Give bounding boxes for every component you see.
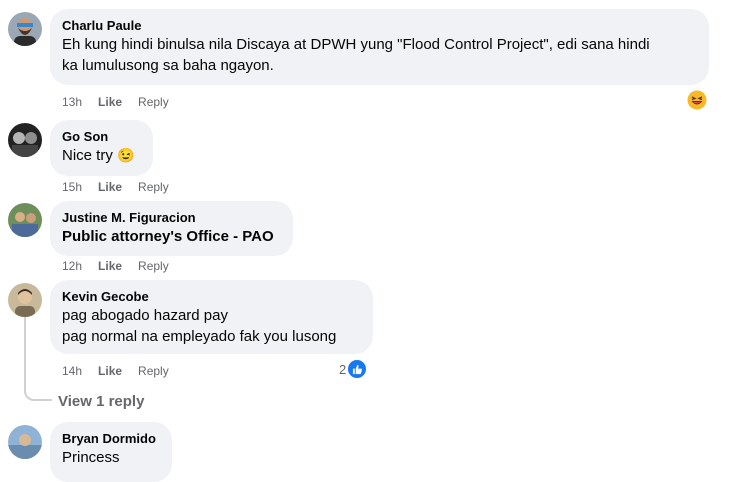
comment-time[interactable]: 12h: [62, 259, 82, 273]
reply-thread-line: [24, 317, 52, 401]
comment-time[interactable]: 15h: [62, 180, 82, 194]
reply-button[interactable]: Reply: [138, 180, 169, 194]
comment-time[interactable]: 13h: [62, 95, 82, 109]
reply-button[interactable]: Reply: [138, 364, 169, 378]
like-button[interactable]: Like: [98, 364, 122, 378]
winking-emoji: 😉: [117, 147, 135, 163]
comment-text: Nice try 😉: [62, 145, 141, 166]
comment-author[interactable]: Bryan Dormido: [62, 430, 160, 447]
comment-actions: 15h Like Reply: [62, 180, 169, 194]
comment-text: Eh kung hindi binulsa nila Discaya at DP…: [62, 36, 650, 74]
comment-time[interactable]: 14h: [62, 364, 82, 378]
avatar-go-son[interactable]: [8, 123, 42, 157]
comment-text: Public attorney's Office - PAO: [62, 228, 274, 245]
comment-text: Princess: [62, 449, 120, 466]
comment-author[interactable]: Justine M. Figuracion: [62, 209, 281, 226]
avatar-justine-figuracion[interactable]: [8, 203, 42, 237]
comment-actions: 12h Like Reply: [62, 259, 169, 273]
comment-bubble: Kevin Gecobe pag abogado hazard pay pag …: [50, 280, 373, 354]
comment-author[interactable]: Kevin Gecobe: [62, 288, 361, 305]
reaction-count[interactable]: 2: [339, 360, 367, 378]
comment-bubble: Bryan Dormido Princess: [50, 422, 172, 482]
laughing-emoji-icon[interactable]: [687, 90, 707, 110]
reaction-count-value: 2: [339, 361, 347, 377]
avatar-bryan-dormido[interactable]: [8, 425, 42, 459]
thumbs-up-icon: [348, 360, 367, 378]
comment-bubble: Charlu Paule Eh kung hindi binulsa nila …: [50, 9, 709, 85]
avatar-charlu-paule[interactable]: [8, 12, 42, 46]
comment-bubble: Go Son Nice try 😉: [50, 120, 153, 176]
comment-author[interactable]: Charlu Paule: [62, 17, 697, 34]
avatar-kevin-gecobe[interactable]: [8, 283, 42, 317]
like-button[interactable]: Like: [98, 180, 122, 194]
reply-button[interactable]: Reply: [138, 259, 169, 273]
comment-actions: 13h Like Reply: [62, 95, 169, 109]
comment-author[interactable]: Go Son: [62, 128, 141, 145]
comment-text: pag abogado hazard pay pag normal na emp…: [62, 307, 337, 345]
comment-actions: 14h Like Reply: [62, 364, 169, 378]
comment-text-content: Nice try: [62, 147, 113, 164]
like-button[interactable]: Like: [98, 95, 122, 109]
comment-bubble: Justine M. Figuracion Public attorney's …: [50, 201, 293, 256]
view-replies-link[interactable]: View 1 reply: [58, 393, 144, 410]
like-button[interactable]: Like: [98, 259, 122, 273]
reply-button[interactable]: Reply: [138, 95, 169, 109]
